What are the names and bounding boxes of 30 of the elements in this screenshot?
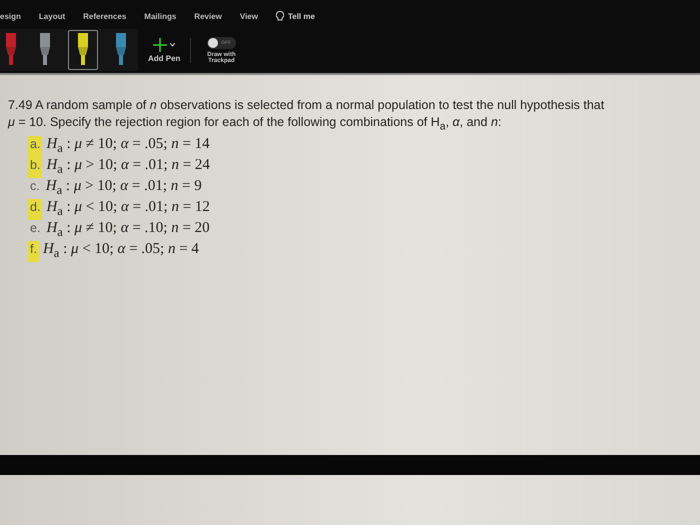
pen-icon [77, 33, 89, 67]
math-expression: H$_{a}$ : μ < 10; α = .05; n = 4 [42, 240, 199, 262]
math-expression: H$_{a}$ : μ ≠ 10; α = .10; n = 20 [46, 220, 210, 240]
ribbon-tab[interactable]: Layout [38, 12, 66, 20]
pen-tool[interactable] [68, 30, 98, 70]
tell-me-field[interactable]: Tell me [288, 12, 315, 20]
plus-icon [153, 38, 168, 52]
item-label: e. [29, 220, 42, 236]
ribbon-tab[interactable]: esign [0, 12, 21, 20]
caret-icon [170, 42, 176, 46]
problem-text: μ = 10. Specify the rejection region for each of the following combinations of H$_{a}$, α, and n: [8, 114, 502, 134]
math-expression: H$_{a}$ : μ < 10; α = .01; n = 12 [46, 198, 210, 220]
pen-icon [39, 33, 51, 67]
ribbon-tab[interactable]: References [83, 12, 126, 20]
add-pen-label[interactable]: Add Pen [148, 54, 180, 62]
ribbon-tab[interactable]: Review [194, 12, 222, 20]
item-label: b. [28, 156, 42, 178]
item-label: d. [28, 198, 42, 220]
math-expression: H$_{a}$ : μ > 10; α = .01; n = 24 [46, 156, 210, 178]
problem-text: 7.49 A random sample of n observations is selected from a normal population to test the null hypothesis that [8, 97, 606, 114]
ribbon-tab[interactable]: Mailings [144, 12, 176, 20]
math-expression: H$_{a}$ : μ ≠ 10; α = .05; n = 14 [46, 136, 210, 156]
pen-icon [5, 33, 17, 67]
math-expression: H$_{a}$ : μ > 10; α = .01; n = 9 [46, 178, 202, 198]
ribbon-tab[interactable]: View [240, 12, 258, 20]
pen-icon [115, 33, 127, 67]
item-label: c. [29, 178, 41, 194]
item-label: f. [28, 240, 39, 262]
item-label: a. [28, 136, 42, 156]
lightbulb-icon [276, 10, 284, 22]
